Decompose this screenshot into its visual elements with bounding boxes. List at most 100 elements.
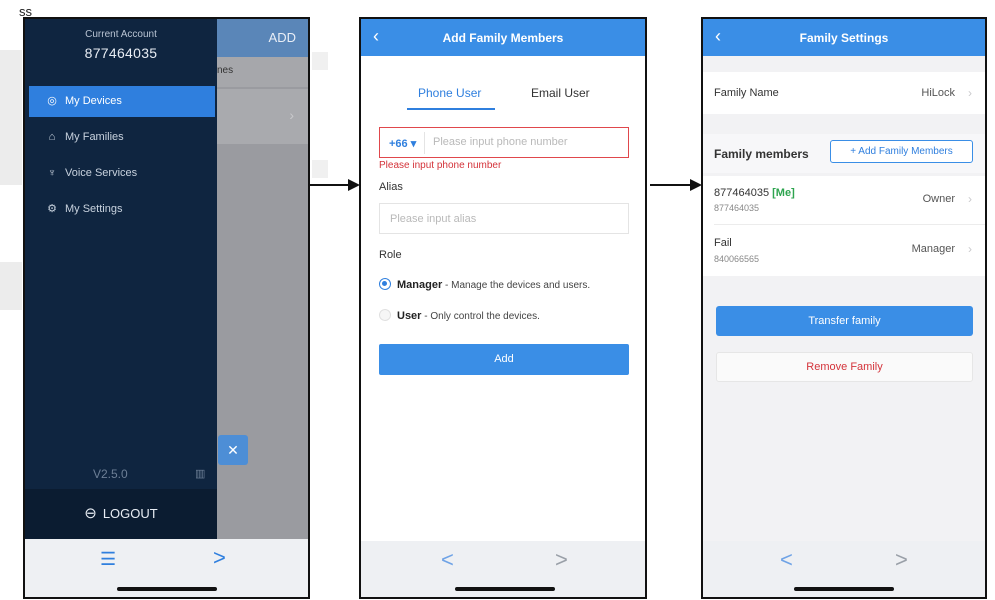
watermark-block: [0, 262, 22, 310]
watermark-block: [312, 160, 328, 178]
chevron-right-icon: ›: [968, 192, 972, 206]
phone-number-placeholder: Please input phone number: [433, 136, 568, 148]
tab-email-user[interactable]: Email User: [531, 86, 590, 100]
chevron-right-icon: ›: [968, 86, 972, 100]
home-icon: ⌂: [48, 131, 56, 143]
family-name-value: HiLock: [921, 87, 955, 99]
add-family-members-label: Add Family Members: [858, 146, 953, 157]
family-name-label: Family Name: [714, 87, 779, 99]
background-list-item[interactable]: ›: [217, 89, 308, 144]
browser-bottom-bar: < >: [703, 541, 985, 597]
forward-icon[interactable]: >: [895, 547, 908, 573]
plus-icon: +: [850, 146, 857, 157]
back-icon[interactable]: <: [441, 547, 454, 573]
side-drawer: Current Account 877464035 ◎ My Devices ⌂ M…: [25, 19, 217, 539]
watermark-block: [312, 52, 328, 70]
country-code-select[interactable]: +66 ▾: [389, 137, 416, 150]
list-item[interactable]: 877464035 [Me] 877464035 Owner ›: [703, 176, 985, 224]
menu-list-icon[interactable]: ☰: [100, 549, 116, 570]
root-canvas: ss ADD nes › ✕ Current Account 877464035…: [0, 0, 995, 600]
member-name-text: 877464035: [714, 187, 770, 199]
role-option-manager[interactable]: Manager - Manage the devices and users.: [379, 278, 590, 291]
list-item[interactable]: Fail 840066565 Manager ›: [703, 225, 985, 275]
microphone-icon: ♆: [47, 167, 57, 179]
settings-body: Family Name HiLock › Family members + Ad…: [703, 56, 985, 541]
transfer-family-button[interactable]: Transfer family: [716, 306, 973, 336]
forward-icon[interactable]: >: [213, 545, 226, 571]
add-button[interactable]: Add: [379, 344, 629, 375]
logout-button[interactable]: ⊖ LOGOUT: [25, 489, 217, 539]
field-divider: [424, 132, 425, 154]
country-code-value: +66: [389, 138, 408, 150]
me-tag: [Me]: [772, 187, 795, 199]
logout-icon: ⊖: [84, 505, 97, 522]
menu-item-my-devices[interactable]: ◎ My Devices: [29, 86, 215, 117]
members-list: 877464035 [Me] 877464035 Owner › Fail 84…: [703, 176, 985, 276]
manual-book-icon[interactable]: ▥: [195, 467, 205, 480]
alias-label: Alias: [379, 181, 403, 193]
app-version: V2.5.0: [93, 467, 128, 481]
flow-arrow-icon: [310, 179, 360, 191]
role-description: - Manage the devices and users.: [442, 280, 591, 291]
alias-field[interactable]: Please input alias: [379, 203, 629, 234]
phone-screen-add-member: ‹ Add Family Members Phone User Email Us…: [359, 17, 647, 599]
members-header: Family members + Add Family Members: [703, 134, 985, 173]
logout-label: LOGOUT: [102, 506, 158, 521]
role-name: Manager: [397, 279, 443, 291]
add-family-members-button[interactable]: + Add Family Members: [830, 140, 973, 163]
chevron-right-icon: ›: [968, 242, 972, 256]
home-indicator: [117, 587, 217, 591]
background-tab-label: nes: [217, 65, 234, 76]
member-account: 840066565: [714, 254, 760, 264]
member-name: 877464035 [Me]: [714, 187, 795, 199]
menu-item-my-families[interactable]: ⌂ My Families: [29, 122, 215, 153]
page-title: Family Settings: [799, 31, 889, 45]
member-name: Fail: [714, 237, 732, 249]
form-body: Phone User Email User +66 ▾ Please input…: [361, 56, 645, 541]
phone-error-message: Please input phone number: [379, 160, 502, 171]
menu-item-label: My Families: [65, 131, 124, 143]
back-icon[interactable]: <: [780, 547, 793, 573]
role-name: User: [397, 310, 422, 322]
devices-icon: ◎: [47, 95, 57, 107]
active-tab-indicator: [407, 108, 495, 110]
remove-family-button[interactable]: Remove Family: [716, 352, 973, 382]
background-tab-strip: nes: [217, 57, 308, 87]
gear-icon: ⚙: [47, 203, 57, 215]
role-option-user[interactable]: User - Only control the devices.: [379, 309, 540, 322]
watermark-block: [0, 50, 22, 185]
home-indicator: [794, 587, 894, 591]
browser-bottom-bar: ☰ >: [25, 539, 308, 597]
account-id: 877464035: [84, 45, 158, 61]
close-button[interactable]: ✕: [218, 435, 248, 465]
home-indicator: [455, 587, 555, 591]
background-header: ADD: [217, 19, 308, 57]
family-name-row[interactable]: Family Name HiLock ›: [703, 72, 985, 114]
account-label: Current Account: [85, 29, 157, 40]
nav-bar: ‹ Add Family Members: [361, 19, 645, 56]
tab-phone-user[interactable]: Phone User: [418, 86, 481, 100]
radio-selected-icon: [379, 278, 391, 290]
phone-screen-family-settings: ‹ Family Settings Family Name HiLock › F…: [701, 17, 987, 599]
caret-down-icon: ▾: [410, 138, 417, 150]
phone-number-field[interactable]: +66 ▾ Please input phone number: [379, 127, 629, 158]
chevron-right-icon: ›: [289, 107, 294, 123]
add-device-button[interactable]: ADD: [269, 30, 296, 45]
browser-bottom-bar: < >: [361, 541, 645, 597]
member-role: Owner: [922, 193, 955, 205]
menu-item-label: My Settings: [65, 203, 123, 215]
flow-arrow-icon: [650, 179, 702, 191]
menu-item-label: Voice Services: [65, 167, 138, 179]
menu-item-my-settings[interactable]: ⚙ My Settings: [29, 194, 215, 225]
nav-bar: ‹ Family Settings: [703, 19, 985, 56]
menu-item-voice-services[interactable]: ♆ Voice Services: [29, 158, 215, 189]
phone-screen-drawer: ADD nes › ✕ Current Account 877464035 ◎ M…: [23, 17, 310, 599]
page-title: Add Family Members: [442, 31, 564, 45]
role-label: Role: [379, 249, 402, 261]
alias-placeholder: Please input alias: [390, 213, 477, 225]
forward-icon[interactable]: >: [555, 547, 568, 573]
role-description: - Only control the devices.: [421, 311, 540, 322]
menu-item-label: My Devices: [65, 95, 122, 107]
radio-unselected-icon: [379, 309, 391, 321]
member-account: 877464035: [714, 203, 760, 213]
